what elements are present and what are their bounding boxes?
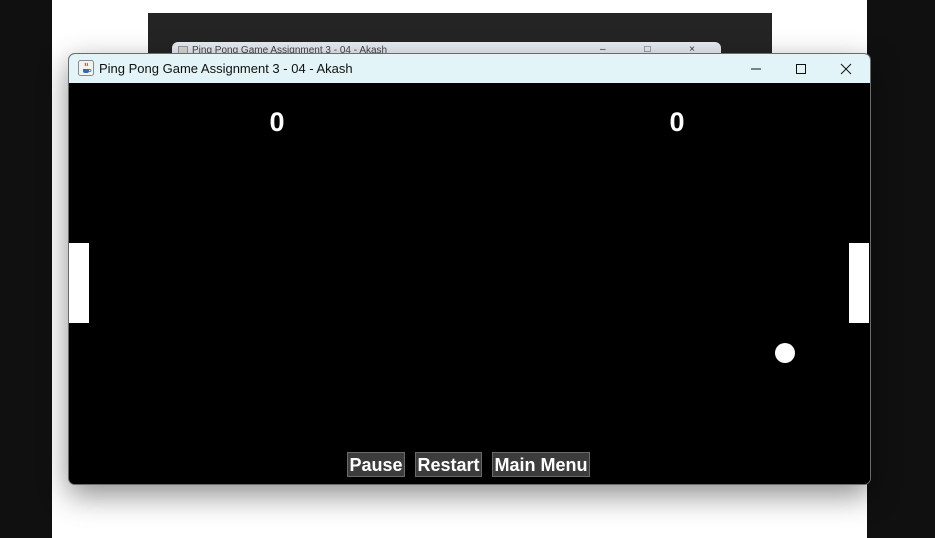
main-menu-button[interactable]: Main Menu (492, 452, 590, 477)
pause-button[interactable]: Pause (347, 452, 405, 477)
minimize-button[interactable] (733, 54, 779, 83)
maximize-icon (796, 63, 806, 74)
right-paddle (849, 243, 869, 323)
right-score: 0 (669, 107, 685, 137)
left-score: 0 (269, 107, 285, 137)
close-icon (840, 63, 852, 74)
left-paddle (69, 243, 89, 323)
java-cup-icon (78, 60, 94, 76)
restart-button[interactable]: Restart (415, 452, 482, 477)
desktop: Ping Pong Game Assignment 3 - 04 - Akash… (0, 0, 935, 538)
window-title: Ping Pong Game Assignment 3 - 04 - Akash (99, 61, 353, 76)
minimize-icon (751, 68, 761, 69)
maximize-button[interactable] (778, 54, 824, 83)
game-window: Ping Pong Game Assignment 3 - 04 - Akash… (68, 53, 871, 485)
ball (775, 343, 795, 363)
game-canvas[interactable]: 0 0 Pause Restart Main Menu (69, 83, 870, 484)
close-button[interactable] (823, 54, 869, 83)
title-bar[interactable]: Ping Pong Game Assignment 3 - 04 - Akash (69, 54, 870, 83)
